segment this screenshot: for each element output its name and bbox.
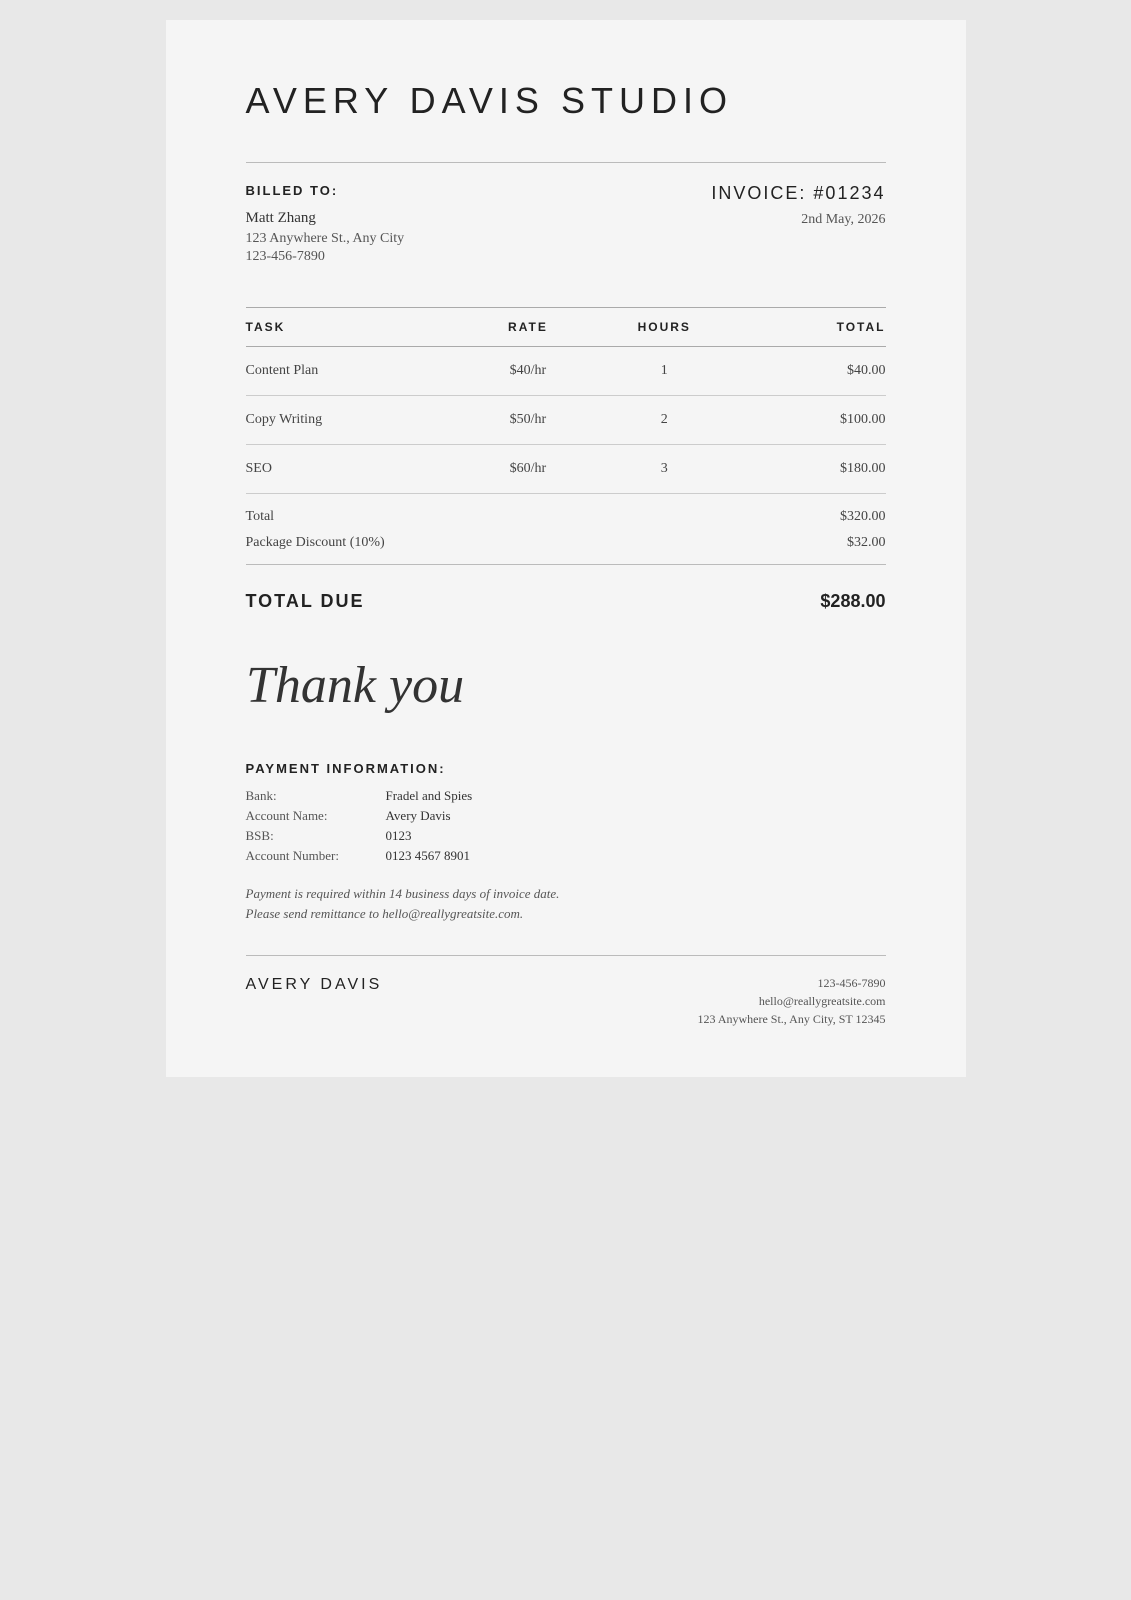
footer-phone: 123-456-7890 [697, 976, 885, 991]
payment-key: BSB: [246, 828, 386, 844]
client-address: 123 Anywhere St., Any City [246, 231, 405, 247]
payment-value: 0123 [386, 828, 886, 844]
hours-cell: 3 [586, 445, 742, 494]
table-header-row: TASK RATE HOURS TOTAL [246, 308, 886, 347]
rate-cell: $60/hr [470, 445, 586, 494]
footer-name: AVERY DAVIS [246, 976, 383, 994]
invoice-table: TASK RATE HOURS TOTAL Content Plan $40/h… [246, 307, 886, 494]
task-cell: Copy Writing [246, 396, 470, 445]
col-task: TASK [246, 308, 470, 347]
total-due-label: TOTAL DUE [246, 591, 365, 612]
payment-note-line2: Please send remittance to hello@reallygr… [246, 906, 524, 921]
total-label: Total [246, 509, 275, 525]
payment-note: Payment is required within 14 business d… [246, 884, 886, 926]
thank-you-svg: Thank you [246, 647, 526, 717]
svg-text:Thank you: Thank you [246, 657, 464, 714]
hours-cell: 2 [586, 396, 742, 445]
task-cell: SEO [246, 445, 470, 494]
footer-divider [246, 955, 886, 956]
billing-right: INVOICE: #01234 2nd May, 2026 [711, 183, 885, 267]
table-row: Content Plan $40/hr 1 $40.00 [246, 347, 886, 396]
payment-value: Fradel and Spies [386, 788, 886, 804]
payment-key: Account Number: [246, 848, 386, 864]
payment-value: Avery Davis [386, 808, 886, 824]
studio-name: AVERY DAVIS STUDIO [246, 80, 886, 122]
rate-cell: $50/hr [470, 396, 586, 445]
footer-address: 123 Anywhere St., Any City, ST 12345 [697, 1012, 885, 1027]
total-due-row: TOTAL DUE $288.00 [246, 573, 886, 632]
subtotals: Total $320.00 Package Discount (10%) $32… [246, 504, 886, 556]
total-due-amount: $288.00 [820, 591, 885, 612]
footer-email: hello@reallygreatsite.com [697, 994, 885, 1009]
billing-left: BILLED TO: Matt Zhang 123 Anywhere St., … [246, 183, 405, 267]
total-cell: $40.00 [742, 347, 885, 396]
payment-label: PAYMENT INFORMATION: [246, 761, 886, 776]
total-cell: $180.00 [742, 445, 885, 494]
rate-cell: $40/hr [470, 347, 586, 396]
invoice-date: 2nd May, 2026 [801, 212, 885, 228]
col-hours: HOURS [586, 308, 742, 347]
invoice-page: AVERY DAVIS STUDIO BILLED TO: Matt Zhang… [166, 20, 966, 1077]
footer-contact: 123-456-7890 hello@reallygreatsite.com 1… [697, 976, 885, 1027]
subtotal-total-row: Total $320.00 [246, 504, 886, 530]
total-value: $320.00 [840, 509, 886, 525]
payment-key: Account Name: [246, 808, 386, 824]
payment-section: PAYMENT INFORMATION: Bank:Fradel and Spi… [246, 761, 886, 926]
total-cell: $100.00 [742, 396, 885, 445]
payment-note-line1: Payment is required within 14 business d… [246, 886, 560, 901]
table-row: Copy Writing $50/hr 2 $100.00 [246, 396, 886, 445]
header-divider [246, 162, 886, 163]
payment-grid: Bank:Fradel and SpiesAccount Name:Avery … [246, 788, 886, 864]
subtotal-discount-row: Package Discount (10%) $32.00 [246, 530, 886, 556]
table-row: SEO $60/hr 3 $180.00 [246, 445, 886, 494]
footer: AVERY DAVIS 123-456-7890 hello@reallygre… [246, 976, 886, 1027]
client-phone: 123-456-7890 [246, 249, 405, 265]
col-rate: RATE [470, 308, 586, 347]
total-divider [246, 564, 886, 565]
discount-value: $32.00 [847, 535, 886, 551]
header: AVERY DAVIS STUDIO [246, 80, 886, 122]
billed-to-label: BILLED TO: [246, 183, 405, 198]
discount-label: Package Discount (10%) [246, 535, 385, 551]
hours-cell: 1 [586, 347, 742, 396]
payment-key: Bank: [246, 788, 386, 804]
task-cell: Content Plan [246, 347, 470, 396]
invoice-number: INVOICE: #01234 [711, 183, 885, 204]
billing-section: BILLED TO: Matt Zhang 123 Anywhere St., … [246, 183, 886, 267]
payment-value: 0123 4567 8901 [386, 848, 886, 864]
thank-you-text: Thank you [246, 647, 886, 731]
client-name: Matt Zhang [246, 210, 405, 227]
col-total: TOTAL [742, 308, 885, 347]
